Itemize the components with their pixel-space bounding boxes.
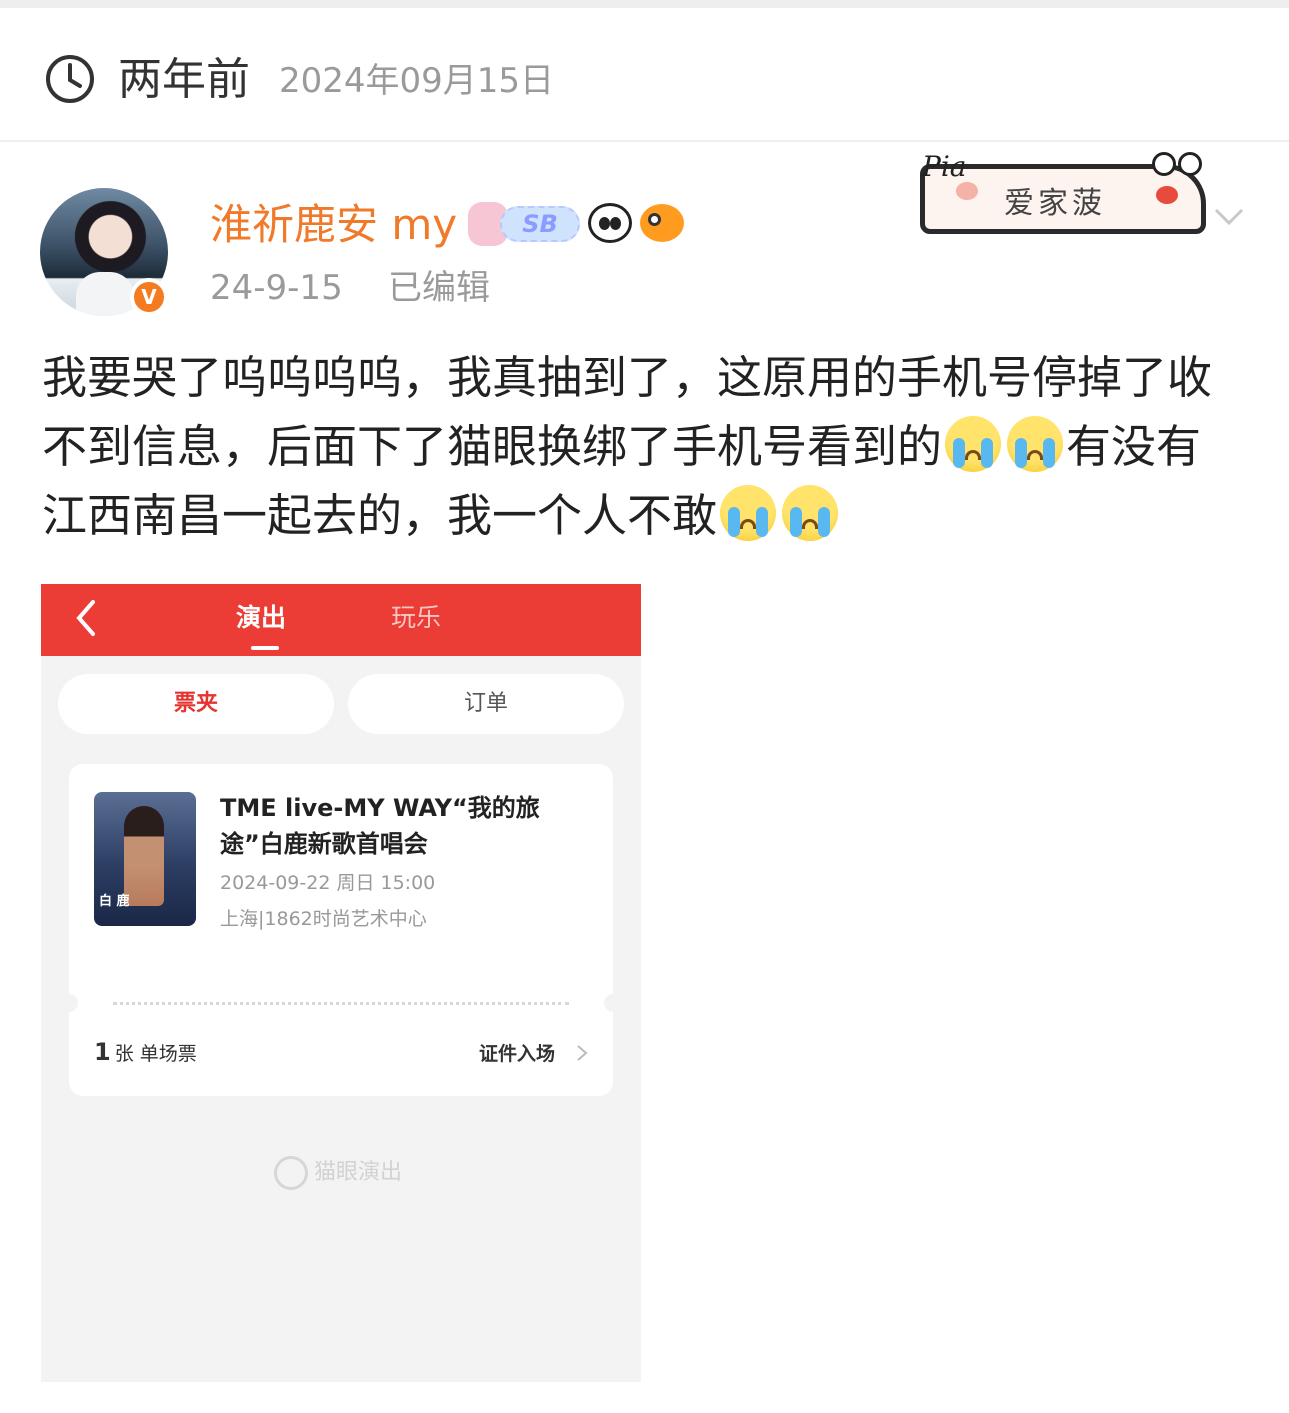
chevron-down-icon[interactable]	[1212, 200, 1246, 234]
loudly-crying-face-icon	[945, 416, 1002, 472]
ticket-quantity-label: 张 单场票	[114, 1043, 197, 1065]
badge-text: SB	[500, 206, 580, 242]
tab-shows: 演出	[236, 603, 287, 632]
ticket-notch	[60, 994, 78, 1012]
back-arrow-icon	[76, 600, 95, 636]
maoyan-logo-icon	[274, 1156, 308, 1190]
tab-fun: 玩乐	[391, 603, 442, 632]
tab-underline	[251, 646, 279, 650]
pufferfish-icon	[640, 204, 684, 242]
ticket-card: 白 鹿 TME live-MY WAY“我的旅途”白鹿新歌首唱会 2024-09…	[60, 764, 622, 1096]
card-decoration: Pia 爱家菠	[920, 150, 1210, 242]
ticket-quantity: 1张 单场票	[94, 1038, 197, 1066]
top-divider	[0, 0, 1289, 8]
event-title: TME live-MY WAY“我的旅途”白鹿新歌首唱会	[220, 794, 540, 858]
edited-label[interactable]: 已编辑	[388, 266, 490, 310]
event-datetime: 2024-09-22 周日 15:00	[220, 872, 436, 894]
entry-method: 证件入场	[479, 1043, 556, 1065]
attached-image[interactable]: 演出 玩乐 票夹 订单 白 鹿 TME live-MY WAY“我的旅途”白鹿新…	[41, 584, 641, 1382]
post-time: 24-9-15	[210, 268, 343, 308]
loudly-crying-face-icon	[720, 485, 777, 541]
ticket-notch	[604, 994, 622, 1012]
watermark-text: 猫眼演出	[314, 1160, 403, 1185]
absolute-date: 2024年09月15日	[279, 61, 555, 101]
relative-time: 两年前	[118, 54, 250, 105]
app-watermark: 猫眼演出	[274, 1156, 402, 1190]
verified-badge: V	[130, 278, 168, 316]
ticket-divider	[113, 1002, 569, 1005]
panda-icon	[588, 203, 632, 243]
event-poster: 白 鹿	[94, 792, 196, 926]
loudly-crying-face-icon	[1007, 416, 1064, 472]
orders-pill: 订单	[348, 674, 624, 734]
app-header: 演出 玩乐	[41, 584, 641, 656]
timestamp-bar: 两年前 2024年09月15日	[0, 8, 1289, 142]
poster-name: 白 鹿	[99, 894, 130, 909]
clock-icon	[46, 55, 94, 103]
ticket-quantity-number: 1	[94, 1038, 111, 1066]
loudly-crying-face-icon	[782, 485, 839, 541]
decoration-label: 爱家菠	[1004, 186, 1106, 221]
chevron-right-icon	[577, 1045, 588, 1061]
author-name[interactable]: 淮祈鹿安 my	[210, 196, 457, 254]
fan-badge[interactable]: SB	[468, 202, 580, 246]
event-venue: 上海|1862时尚艺术中心	[220, 908, 427, 930]
post-text: 我要哭了呜呜呜呜，我真抽到了，这原用的手机号停掉了收不到信息，后面下了猫眼换绑了…	[42, 343, 1242, 550]
cartoon-face-icon	[1152, 152, 1208, 180]
poster-figure	[124, 806, 164, 906]
avatar-shirt	[76, 272, 134, 316]
ticket-wallet-pill: 票夹	[58, 674, 334, 734]
